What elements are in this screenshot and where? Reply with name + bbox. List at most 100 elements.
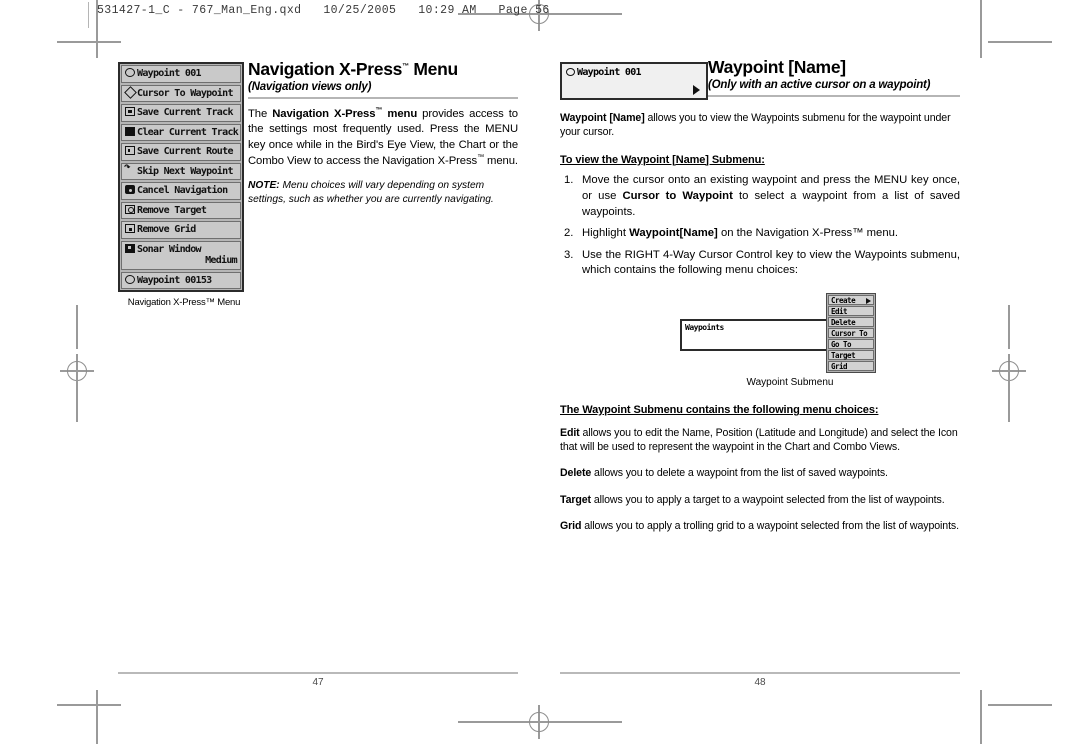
skip-arrow-icon <box>124 161 135 175</box>
menu-item-save-current-route[interactable]: Save Current Route <box>121 143 241 161</box>
waypoint-field-label: Waypoint 001 <box>577 67 642 78</box>
sonar-window-icon <box>125 243 135 253</box>
choices-title: The Waypoint Submenu contains the follow… <box>560 403 879 416</box>
menu-item-label: Cancel Navigation <box>137 185 228 196</box>
figure-caption: Waypoint Submenu <box>746 376 834 388</box>
choice-term: Delete <box>560 467 592 480</box>
choice-target: Target allows you to apply a target to a… <box>560 493 960 507</box>
page-title-text: Navigation X-Press <box>248 59 403 79</box>
step-number: 3. <box>564 248 574 261</box>
left-text-column: Navigation X-Press™ Menu (Navigation vie… <box>248 59 518 207</box>
remove-target-icon <box>125 204 135 214</box>
menu-item-label: Clear Current Track <box>137 126 239 138</box>
right-arrow-icon <box>866 297 871 304</box>
menu-item-sonar-window[interactable]: Sonar Window Medium <box>121 240 241 270</box>
intro-bold: Waypoint [Name] <box>560 112 645 124</box>
choice-delete: Delete allows you to delete a waypoint f… <box>560 466 960 480</box>
crop-mark-bottom-right <box>988 704 1052 706</box>
waypoint-circle-icon <box>566 68 575 76</box>
remove-grid-icon <box>125 224 135 233</box>
menu-item-clear-current-track[interactable]: Clear Current Track <box>121 123 241 141</box>
menu-item-waypoint-00153[interactable]: Waypoint 00153 <box>121 271 241 289</box>
step-number: 2. <box>564 227 574 240</box>
crop-mark-bottom-left <box>57 704 121 706</box>
footer-rule <box>118 672 518 674</box>
title-divider <box>708 95 960 98</box>
note-block: NOTE: Menu choices will vary depending o… <box>248 179 518 207</box>
menu-item-label: Cursor To Waypoint <box>137 87 233 99</box>
para-bold-text: Navigation X-Press <box>272 108 376 121</box>
registration-mark-bottom <box>522 705 556 739</box>
left-page: Waypoint 001 Cursor To Waypoint Save Cur… <box>118 0 518 744</box>
submenu-item-grid[interactable]: Grid <box>828 360 874 371</box>
page-subtitle: (Only with an active cursor on a waypoin… <box>708 79 931 92</box>
submenu-item-cursor-to[interactable]: Cursor To <box>828 327 874 338</box>
slug-divider <box>88 2 89 28</box>
submenu-parent-box[interactable]: Waypoints <box>680 318 832 351</box>
trademark-mark: ™ <box>402 63 409 71</box>
menu-item-skip-next-waypoint[interactable]: Skip Next Waypoint <box>121 161 241 180</box>
step-text: Use the RIGHT 4-Way Cursor Control key t… <box>582 248 960 277</box>
submenu-item-create[interactable]: Create <box>828 294 874 305</box>
figure-caption: Navigation X-Press™ Menu <box>127 297 241 308</box>
crop-mark-top-right <box>988 41 1052 43</box>
waypoint-circle-icon <box>125 274 135 284</box>
trim-line-right <box>980 0 982 58</box>
page-title: Waypoint [Name] <box>708 57 846 77</box>
submenu-item-label: Create <box>831 295 856 305</box>
submenu-parent-label: Waypoints <box>685 322 724 332</box>
right-body: Waypoint [Name] allows you to view the W… <box>560 104 960 533</box>
right-arrow-icon <box>693 85 700 95</box>
menu-item-label: Waypoint 00153 <box>137 274 212 286</box>
choice-term: Target <box>560 493 591 506</box>
choice-edit: Edit allows you to edit the Name, Positi… <box>560 426 960 455</box>
menu-item-cursor-to-waypoint[interactable]: Cursor To Waypoint <box>121 84 241 102</box>
right-page: Waypoint 001 Waypoint [Name] (Only with … <box>560 0 960 744</box>
note-label: NOTE: <box>248 179 280 191</box>
step-bold: Cursor to Waypoint <box>622 190 733 203</box>
cancel-nav-icon <box>125 185 135 194</box>
para-text: The <box>248 108 273 121</box>
menu-item-save-current-track[interactable]: Save Current Track <box>121 104 241 122</box>
menu-item-waypoint-001[interactable]: Waypoint 001 <box>121 65 241 83</box>
crop-mark-top-left <box>57 41 121 43</box>
registration-rule-left-v2 <box>76 378 78 422</box>
menu-item-label: Sonar Window <box>137 243 202 255</box>
waypoint-submenu-figure: Waypoints Create Edit Delete Cursor To G… <box>680 292 920 388</box>
submenu-item-delete[interactable]: Delete <box>828 316 874 327</box>
menu-item-value: Medium <box>205 255 238 266</box>
menu-item-label: Save Current Route <box>137 146 233 157</box>
submenu-item-target[interactable]: Target <box>828 349 874 360</box>
menu-item-cancel-navigation[interactable]: Cancel Navigation <box>121 182 241 200</box>
menu-item-remove-target[interactable]: Remove Target <box>121 201 241 219</box>
submenu-item-label: Target <box>831 350 856 360</box>
choice-desc: allows you to edit the Name, Position (L… <box>560 426 958 454</box>
para-bold: Navigation X-Press™ menu <box>272 107 417 121</box>
menu-item-label: Skip Next Waypoint <box>137 165 233 177</box>
intro-paragraph: Waypoint [Name] allows you to view the W… <box>560 111 960 140</box>
choice-term: Grid <box>560 519 582 532</box>
submenu-item-label: Edit <box>831 306 848 316</box>
waypoint-field[interactable]: Waypoint 001 <box>560 62 708 100</box>
intro-paragraph: The Navigation X-Press™ menu provides ac… <box>248 106 518 169</box>
submenu-item-label: Go To <box>831 339 852 349</box>
lcd-menu[interactable]: Waypoint 001 Cursor To Waypoint Save Cur… <box>118 62 244 292</box>
save-route-icon <box>125 146 135 155</box>
step-number: 1. <box>564 174 574 187</box>
submenu-list[interactable]: Create Edit Delete Cursor To Go To Targe… <box>826 292 876 373</box>
trim-line-left-bottom <box>96 690 98 744</box>
submenu-item-go-to[interactable]: Go To <box>828 338 874 349</box>
page-subtitle: (Navigation views only) <box>248 81 372 94</box>
page-number: 47 <box>312 677 324 688</box>
title-divider <box>248 97 518 100</box>
note-text: Menu choices will vary depending on syst… <box>248 179 494 205</box>
menu-item-remove-grid[interactable]: Remove Grid <box>121 221 241 239</box>
submenu-item-label: Grid <box>831 361 848 371</box>
choice-desc: allows you to apply a target to a waypoi… <box>591 493 945 506</box>
submenu-item-label: Cursor To <box>831 328 868 338</box>
submenu-item-edit[interactable]: Edit <box>828 305 874 316</box>
step-bold: Waypoint[Name] <box>629 227 718 240</box>
choice-desc: allows you to delete a waypoint from the… <box>591 467 888 480</box>
navigation-xpress-menu-figure: Waypoint 001 Cursor To Waypoint Save Cur… <box>118 62 250 308</box>
choice-desc: allows you to apply a trolling grid to a… <box>581 519 959 532</box>
